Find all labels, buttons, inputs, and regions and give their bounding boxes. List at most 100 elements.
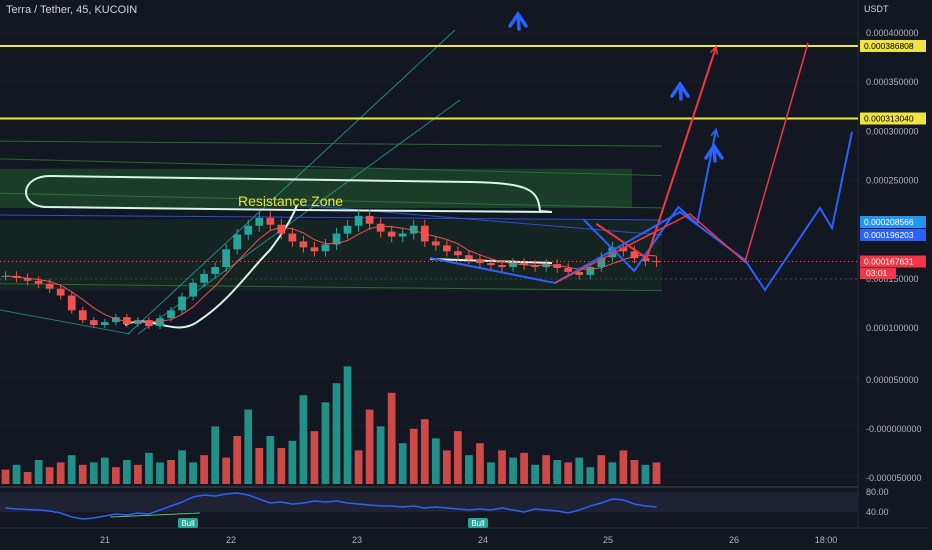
candle [376,223,385,232]
volume-bar [23,472,32,484]
candle [100,322,109,326]
rsi-band [0,492,858,512]
volume-bar [332,383,341,484]
rsi-tick-label: 40.00 [866,507,889,517]
volume-bar [454,431,462,484]
candle [67,295,76,311]
candle [156,318,164,327]
volume-bar [167,460,175,484]
candle [343,225,352,234]
candle [586,267,595,275]
candle [365,215,374,224]
volume-bar [1,469,10,484]
volume-bar [156,462,164,484]
volume-bar [431,438,440,484]
volume-bar [641,464,650,484]
x-tick-label: 26 [729,535,739,545]
x-tick-label: 18:00 [815,535,838,545]
volume-bar [531,464,539,484]
volume-bar [12,464,21,484]
volume-bar [222,457,231,484]
candle [277,224,286,234]
candle [34,280,43,284]
volume-bar [409,428,418,484]
volume-bar [442,450,451,484]
volume-bar [476,443,484,484]
volume-bar [586,467,595,484]
volume-bar [376,426,385,484]
candle [310,247,319,252]
candle [89,320,98,326]
candle [222,249,231,268]
volume-bar [233,436,242,484]
volume-bar [564,462,573,484]
volume-bar [255,448,264,484]
candle [387,231,396,237]
fan-line [0,309,131,335]
volume-bar [100,457,109,484]
volume-bar [89,462,98,484]
y-tick-label: 0.000250000 [866,175,919,185]
candle [200,273,208,283]
volume-bar [354,450,363,484]
volume-bar [365,409,374,484]
y-tick-label: 0.000100000 [866,323,919,333]
volume-bar [542,455,551,484]
volume-bar [288,440,297,484]
volume-bar [575,457,584,484]
countdown-label: 03:01 [866,268,888,278]
volume-bar [420,419,429,484]
candle [189,282,197,297]
y-tick-label: 0.000400000 [866,28,919,38]
volume-bar [189,462,197,484]
rsi-tick-label: 80.00 [866,487,889,497]
candle [398,233,407,237]
bull-label: Bull [471,519,485,528]
up-arrow-icon [670,80,690,101]
candle [266,217,275,225]
candle [244,225,253,235]
candle [255,217,264,226]
y-tick-label: 0.000350000 [866,77,919,87]
x-tick-label: 21 [100,535,110,545]
volume-bar [343,366,352,484]
volume-bar [310,431,319,484]
candle [487,263,495,266]
volume-bar [321,402,330,484]
chart-canvas[interactable]: Resistance Zone Bull Bull 80.00 40.00 0.00040… [0,0,932,550]
volume-bar [200,455,208,484]
candle [45,283,54,289]
price-tag-label: 0.000167631 [864,256,914,266]
trend-line [0,214,663,221]
y-tick-label: -0.000000000 [866,424,922,434]
price-tag-label: 0.000313040 [864,114,914,124]
volume-bar [277,448,286,484]
candle [299,241,308,248]
price-tag-label: 0.000386808 [864,41,914,51]
x-tick-label: 22 [226,535,236,545]
volume-bar [34,460,43,484]
volume-bar [178,450,186,484]
candle [498,265,506,268]
price-tag-label: 0.000196203 [864,230,914,240]
candle [211,267,220,274]
x-tick-label: 24 [478,535,488,545]
volume-bar [487,462,495,484]
candle [233,234,242,250]
up-arrow-icon [704,142,724,163]
x-tick-label: 25 [603,535,613,545]
resistance-zone-label: Resistance Zone [238,193,343,209]
candle [465,255,473,260]
y-tick-label: 0.000300000 [866,126,919,136]
volume-bar [45,467,54,484]
volume-bar [465,455,473,484]
candle [564,268,573,272]
candle [442,245,451,252]
candle [288,233,297,242]
candle [321,244,330,252]
volume-bar [145,452,153,484]
volume-bar [211,426,220,484]
y-tick-label: 0.000050000 [866,375,919,385]
volume-bar [56,462,65,484]
candle [78,310,87,321]
